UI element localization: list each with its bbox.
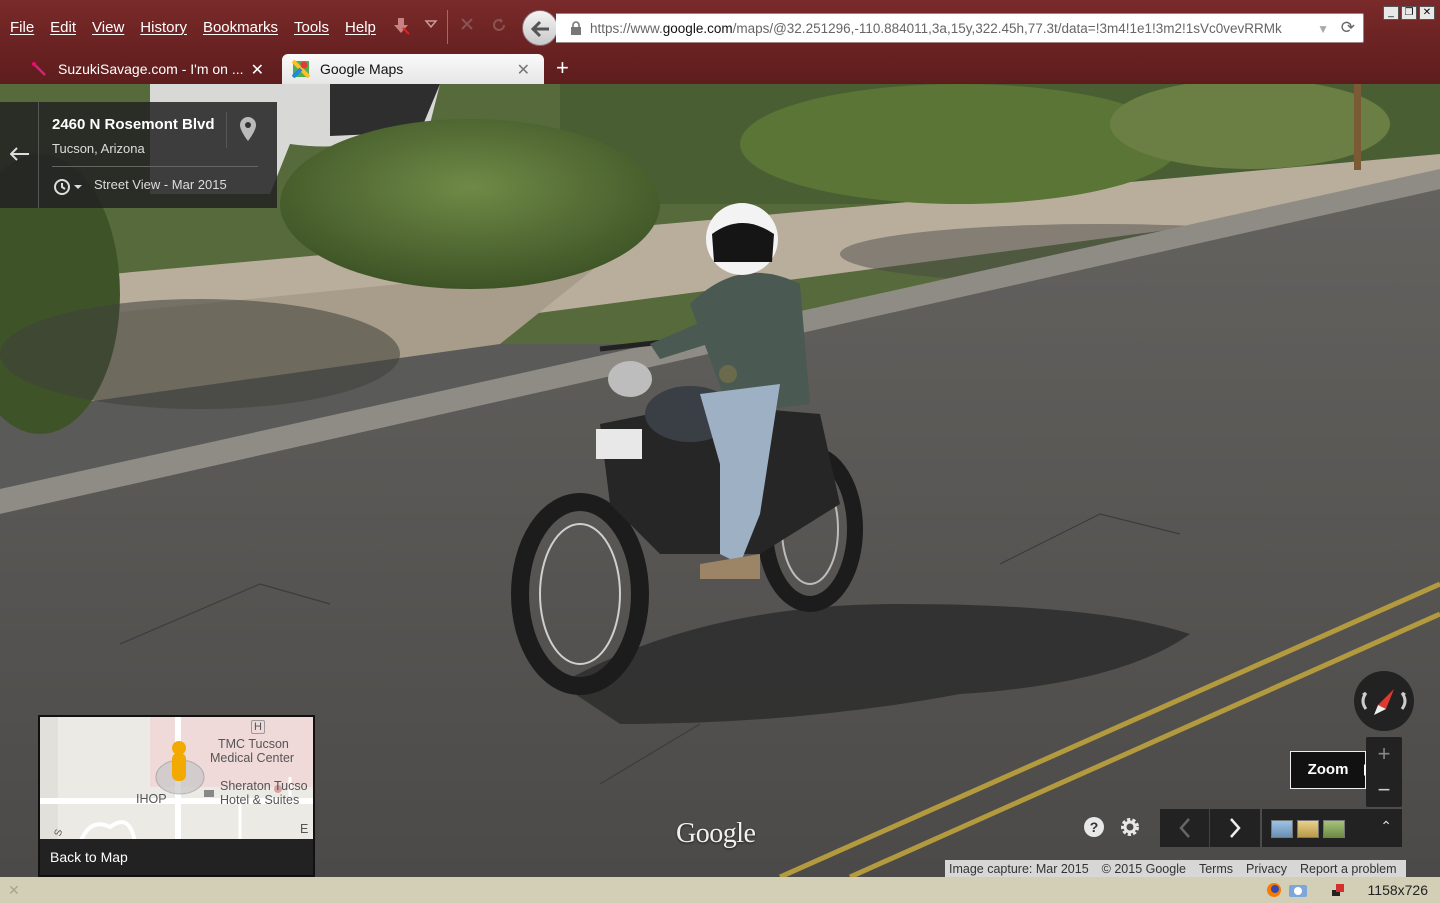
menu-view[interactable]: View <box>92 19 124 36</box>
status-bar: ✕ 1158x726 <box>0 877 1440 903</box>
divider <box>52 166 258 167</box>
next-photo-button[interactable] <box>1210 809 1260 847</box>
tab-strip: SuzukiSavage.com - I'm on ... ✕ Google M… <box>0 54 1440 84</box>
hospital-marker: H <box>251 720 265 734</box>
menu-bookmarks[interactable]: Bookmarks <box>203 19 278 36</box>
terms-link[interactable]: Terms <box>1195 862 1242 876</box>
map-footer: Image capture: Mar 2015 © 2015 Google Te… <box>945 860 1406 877</box>
download-icon[interactable] <box>390 16 412 38</box>
close-icon[interactable]: ✕ <box>8 882 20 899</box>
url-text: https://www.google.com/maps/@32.251296,-… <box>590 20 1282 36</box>
mini-map[interactable]: H TMC Tucson Medical Center Sheraton Tuc… <box>38 715 315 877</box>
menu-tools[interactable]: Tools <box>294 19 329 36</box>
restore-button[interactable]: ❐ <box>1401 6 1417 20</box>
privacy-link[interactable]: Privacy <box>1242 862 1296 876</box>
firefox-icon[interactable] <box>1266 882 1282 898</box>
zoom-tooltip: Zoom <box>1290 751 1366 789</box>
minimize-button[interactable]: _ <box>1383 6 1399 20</box>
close-tab-icon[interactable]: ✕ <box>251 60 264 80</box>
streetview-date-label: Street View - Mar 2015 <box>94 177 227 192</box>
reload-icon[interactable]: ⟳ <box>1341 18 1355 38</box>
place-edge-e: E <box>300 822 309 836</box>
menu-file[interactable]: File <box>10 19 34 36</box>
photo-thumbnails[interactable]: ⌃ <box>1262 809 1402 847</box>
chevron-right-icon <box>1230 818 1241 838</box>
previous-photo-button[interactable] <box>1160 809 1210 847</box>
copyright: © 2015 Google <box>1101 861 1186 876</box>
arrow-left-icon <box>531 20 549 38</box>
expand-thumbnails-icon[interactable]: ⌃ <box>1380 818 1392 835</box>
address-subtitle: Tucson, Arizona <box>52 141 145 156</box>
reload-toolbar-icon[interactable] <box>488 16 510 38</box>
divider <box>226 112 227 148</box>
address-card: 2460 N Rosemont Blvd Tucson, Arizona Str… <box>0 102 277 208</box>
thumbnail[interactable] <box>1271 820 1293 838</box>
place-ihop: IHOP <box>136 792 167 806</box>
place-tmc-line1: TMC Tucson <box>218 737 289 751</box>
wand-icon <box>30 60 48 78</box>
back-button[interactable] <box>522 10 558 46</box>
tab-suzukisavage[interactable]: SuzukiSavage.com - I'm on ... ✕ <box>20 54 278 84</box>
browser-chrome: File Edit View History Bookmarks Tools H… <box>0 0 1440 84</box>
tab-google-maps[interactable]: Google Maps ✕ <box>282 54 544 84</box>
back-to-map-arrow-button[interactable] <box>0 102 39 208</box>
tab-label: SuzukiSavage.com - I'm on ... <box>58 61 244 77</box>
tab-label: Google Maps <box>320 61 404 77</box>
street-view-panorama[interactable]: 2460 N Rosemont Blvd Tucson, Arizona Str… <box>0 84 1440 877</box>
menu-bar: File Edit View History Bookmarks Tools H… <box>0 6 382 48</box>
svg-text:?: ? <box>1090 819 1099 835</box>
image-capture-date: Image capture: Mar 2015 <box>949 861 1089 876</box>
lock-icon <box>570 21 582 35</box>
download-dropdown-icon[interactable] <box>420 16 442 38</box>
back-to-map-button[interactable]: Back to Map <box>40 839 313 875</box>
stop-icon[interactable] <box>456 16 478 38</box>
compass-icon <box>1361 689 1407 715</box>
google-maps-icon <box>291 59 311 79</box>
zoom-out-button[interactable]: − <box>1366 773 1402 807</box>
google-watermark: Google <box>676 818 756 849</box>
chevron-left-icon <box>1179 818 1190 838</box>
toolbar-separator <box>447 10 448 44</box>
close-tab-icon[interactable]: ✕ <box>517 60 530 80</box>
place-sheraton-line2: Hotel & Suites <box>220 793 300 807</box>
compass-control[interactable] <box>1354 671 1414 731</box>
url-bar[interactable]: https://www.google.com/maps/@32.251296,-… <box>556 13 1364 43</box>
place-tmc-line2: Medical Center <box>210 751 295 765</box>
zoom-control: + − <box>1366 737 1402 807</box>
camera-icon[interactable] <box>1288 882 1307 898</box>
menu-history[interactable]: History <box>140 19 187 36</box>
address-title: 2460 N Rosemont Blvd <box>52 116 215 133</box>
close-window-button[interactable]: ✕ <box>1419 6 1435 20</box>
time-travel-clock-icon[interactable] <box>52 176 82 198</box>
menu-help[interactable]: Help <box>345 19 376 36</box>
new-tab-button[interactable]: + <box>556 54 569 82</box>
window-dimensions: 1158x726 <box>1367 882 1428 898</box>
url-dropdown-icon[interactable]: ▼ <box>1317 22 1329 36</box>
photo-nav <box>1160 809 1260 847</box>
place-sheraton-line1: Sheraton Tucso <box>220 779 308 793</box>
arrow-left-icon <box>10 147 29 161</box>
thumbnail[interactable] <box>1323 820 1345 838</box>
zoom-in-button[interactable]: + <box>1366 737 1402 771</box>
thumbnail[interactable] <box>1297 820 1319 838</box>
addon-icon[interactable] <box>1330 882 1346 898</box>
menu-edit[interactable]: Edit <box>50 19 76 36</box>
report-problem-link[interactable]: Report a problem <box>1296 862 1406 876</box>
